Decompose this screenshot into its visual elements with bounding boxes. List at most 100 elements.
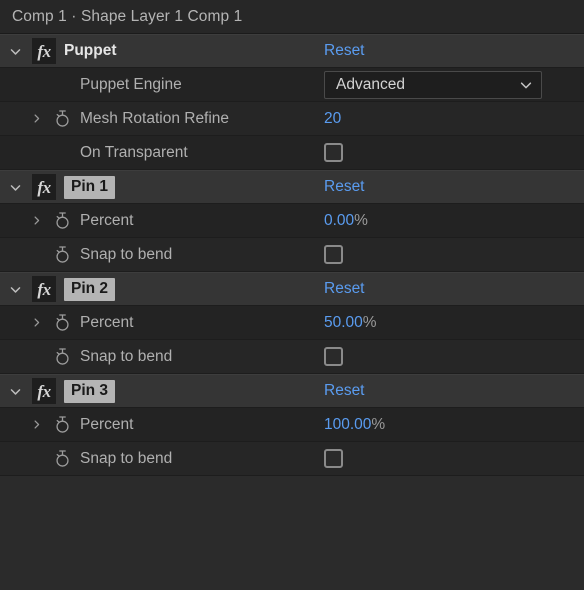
parameter-row: Percent 100.00% [0, 408, 584, 442]
value-column: 0.00% [324, 204, 584, 237]
effect-header-row[interactable]: fx Pin 1 Reset [0, 170, 584, 204]
parameter-row: Mesh Rotation Refine 20 [0, 102, 584, 136]
effect-name-selected[interactable]: Pin 3 [64, 379, 116, 403]
parameter-label: Percent [80, 313, 134, 331]
effect-header-row[interactable]: fx Pin 3 Reset [0, 374, 584, 408]
stopwatch-toggle[interactable] [48, 449, 76, 468]
parameter-row: Percent 50.00% [0, 306, 584, 340]
checkbox-unchecked-icon[interactable] [324, 347, 343, 366]
dropdown-selected-value: Advanced [336, 75, 405, 93]
effect-name-selected[interactable]: Pin 1 [64, 175, 116, 199]
parameter-label: Snap to bend [80, 245, 173, 263]
stopwatch-icon [55, 314, 69, 331]
effect-twirl-toggle[interactable] [0, 181, 30, 194]
chevron-right-icon [34, 216, 40, 225]
parameter-unit: % [362, 313, 377, 331]
effect-header-row[interactable]: fx Pin 2 Reset [0, 272, 584, 306]
value-column: Reset [324, 171, 584, 203]
parameter-row: Snap to bend [0, 442, 584, 476]
fx-toggle[interactable]: fx [30, 378, 58, 404]
stopwatch-icon [55, 450, 69, 467]
parameter-label: Percent [80, 211, 134, 229]
stopwatch-icon [55, 348, 69, 365]
effect-twirl-toggle[interactable] [0, 283, 30, 296]
parameter-label: Percent [80, 415, 134, 433]
fx-icon: fx [32, 38, 56, 64]
value-column: 20 [324, 102, 584, 135]
effect-twirl-toggle[interactable] [0, 385, 30, 398]
effect-name[interactable]: Puppet [64, 42, 117, 60]
reset-button[interactable]: Reset [324, 178, 365, 196]
parameter-unit: % [371, 415, 386, 433]
chevron-right-icon [34, 318, 40, 327]
parameter-label: On Transparent [80, 143, 188, 161]
value-column [324, 238, 584, 271]
parameter-label: Puppet Engine [80, 75, 182, 93]
value-column [324, 442, 584, 475]
reset-button[interactable]: Reset [324, 280, 365, 298]
stopwatch-toggle[interactable] [48, 415, 76, 434]
reset-button[interactable]: Reset [324, 382, 365, 400]
chevron-down-icon [10, 286, 20, 293]
chevron-down-icon [520, 81, 532, 88]
value-column: Reset [324, 273, 584, 305]
reset-button[interactable]: Reset [324, 42, 365, 60]
stopwatch-toggle[interactable] [48, 347, 76, 366]
value-column [324, 136, 584, 169]
empty-area [0, 533, 584, 590]
fx-icon: fx [32, 276, 56, 302]
stopwatch-toggle[interactable] [48, 245, 76, 264]
value-column: 100.00% [324, 408, 584, 441]
fx-icon: fx [32, 174, 56, 200]
checkbox-unchecked-icon[interactable] [324, 143, 343, 162]
parameter-label: Snap to bend [80, 449, 173, 467]
parameter-row: Percent 0.00% [0, 204, 584, 238]
effect-header-row[interactable]: fx Puppet Reset [0, 34, 584, 68]
stopwatch-toggle[interactable] [48, 313, 76, 332]
chevron-right-icon [34, 114, 40, 123]
stopwatch-icon [55, 212, 69, 229]
parameter-twirl-toggle[interactable] [0, 317, 48, 328]
stopwatch-icon [55, 110, 69, 127]
parameter-twirl-toggle[interactable] [0, 215, 48, 226]
chevron-right-icon [34, 420, 40, 429]
checkbox-unchecked-icon[interactable] [324, 245, 343, 264]
stopwatch-icon [55, 416, 69, 433]
checkbox-unchecked-icon[interactable] [324, 449, 343, 468]
effect-name-selected[interactable]: Pin 2 [64, 277, 116, 301]
effect-controls-panel: Comp 1 · Shape Layer 1 Comp 1 fx Puppet Re… [0, 0, 584, 590]
fx-toggle[interactable]: fx [30, 276, 58, 302]
effect-twirl-toggle[interactable] [0, 45, 30, 58]
fx-icon: fx [32, 378, 56, 404]
value-column: Reset [324, 35, 584, 67]
parameter-row: Snap to bend [0, 340, 584, 374]
stopwatch-toggle[interactable] [48, 211, 76, 230]
chevron-down-icon [10, 388, 20, 395]
parameter-twirl-toggle[interactable] [0, 419, 48, 430]
stopwatch-icon [55, 246, 69, 263]
parameter-unit: % [354, 211, 368, 229]
stopwatch-toggle[interactable] [48, 109, 76, 128]
chevron-down-icon [519, 78, 533, 92]
parameter-label: Snap to bend [80, 347, 173, 365]
parameter-value[interactable]: 50.00 [324, 314, 363, 332]
value-column: 50.00% [324, 306, 584, 339]
parameter-row: On Transparent [0, 136, 584, 170]
chevron-down-icon [10, 184, 20, 191]
value-column [324, 340, 584, 373]
parameter-row: Snap to bend [0, 238, 584, 272]
parameter-label: Mesh Rotation Refine [80, 109, 230, 127]
panel-title: Comp 1 · Shape Layer 1 Comp 1 [12, 7, 243, 25]
effect-rows-container: fx Puppet Reset Puppet Engine Advanced Mesh R… [0, 34, 584, 533]
chevron-down-icon [10, 48, 20, 55]
parameter-row: Puppet Engine Advanced [0, 68, 584, 102]
parameter-twirl-toggle[interactable] [0, 113, 48, 124]
parameter-value[interactable]: 100.00 [324, 416, 371, 434]
value-column: Reset [324, 375, 584, 407]
parameter-value[interactable]: 20 [324, 110, 341, 128]
fx-toggle[interactable]: fx [30, 174, 58, 200]
puppet-engine-dropdown[interactable]: Advanced [324, 70, 542, 99]
parameter-value[interactable]: 0.00 [324, 212, 354, 230]
fx-toggle[interactable]: fx [30, 38, 58, 64]
panel-titlebar: Comp 1 · Shape Layer 1 Comp 1 [0, 0, 584, 34]
